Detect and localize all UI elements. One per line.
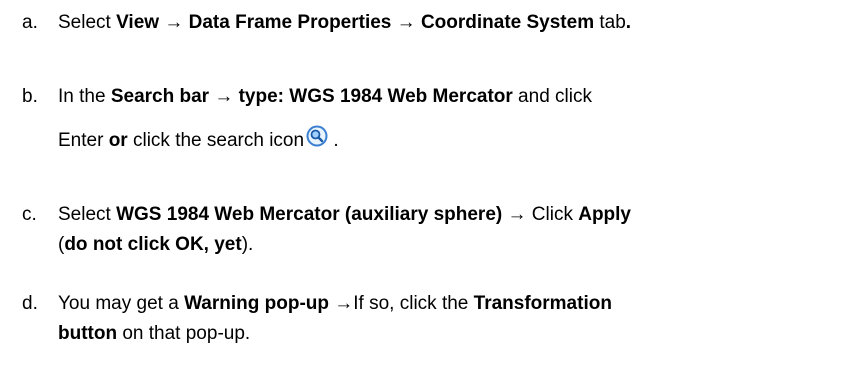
- step-line: In the Search bar → type: WGS 1984 Web M…: [58, 86, 837, 108]
- search-bar-instruction: Search bar → type: WGS 1984 Web Mercator: [110, 86, 513, 107]
- step-letter: d.: [22, 293, 38, 314]
- menu-data-frame-properties: Data Frame Properties: [188, 12, 392, 33]
- text: on that pop-up.: [117, 323, 251, 344]
- text: You may get a: [58, 293, 185, 314]
- step-body: Select WGS 1984 Web Mercator (auxiliary …: [58, 204, 837, 256]
- text: ).: [241, 234, 254, 255]
- transformation-label: Transformation: [473, 293, 612, 314]
- text: Select: [58, 204, 117, 225]
- step-body: Select View → Data Frame Properties → Co…: [58, 12, 837, 34]
- step-line: Select WGS 1984 Web Mercator (auxiliary …: [58, 204, 837, 226]
- button-label: button: [58, 323, 118, 344]
- instructions-document: a. Select View → Data Frame Properties →…: [0, 0, 841, 376]
- step-letter: b.: [22, 86, 38, 107]
- apply-label: Apply: [578, 204, 631, 225]
- text: .: [328, 130, 339, 151]
- text: click the search icon: [127, 130, 305, 151]
- magnifier-icon: [306, 125, 328, 147]
- tab-coordinate-system: Coordinate System: [420, 12, 595, 33]
- step-line: (do not click OK, yet).: [58, 234, 837, 256]
- step-line: You may get a Warning pop-up →If so, cli…: [58, 293, 837, 315]
- step-body: In the Search bar → type: WGS 1984 Web M…: [58, 86, 837, 152]
- text: → Click: [502, 204, 579, 225]
- arrow: →: [159, 12, 189, 33]
- step-line: button on that pop-up.: [58, 323, 837, 345]
- text: →If so, click the: [328, 293, 474, 314]
- coordinate-system-name: WGS 1984 Web Mercator (auxiliary sphere): [116, 204, 503, 225]
- step-line: Enter or click the search icon .: [58, 125, 837, 152]
- text: In the: [58, 86, 111, 107]
- step-body: You may get a Warning pop-up →If so, cli…: [58, 293, 837, 345]
- text: Enter: [58, 130, 109, 151]
- step-line: Select View → Data Frame Properties → Co…: [58, 12, 837, 34]
- text: and click: [512, 86, 592, 107]
- period: .: [625, 12, 632, 33]
- arrow: →: [391, 12, 421, 33]
- warning-text: do not click OK, yet: [64, 234, 242, 255]
- step-letter: c.: [22, 204, 37, 225]
- step-letter: a.: [22, 12, 38, 33]
- text: Select: [58, 12, 117, 33]
- menu-view: View: [116, 12, 160, 33]
- or-text: or: [108, 130, 128, 151]
- warning-popup-label: Warning pop-up: [184, 293, 329, 314]
- text: tab: [594, 12, 626, 33]
